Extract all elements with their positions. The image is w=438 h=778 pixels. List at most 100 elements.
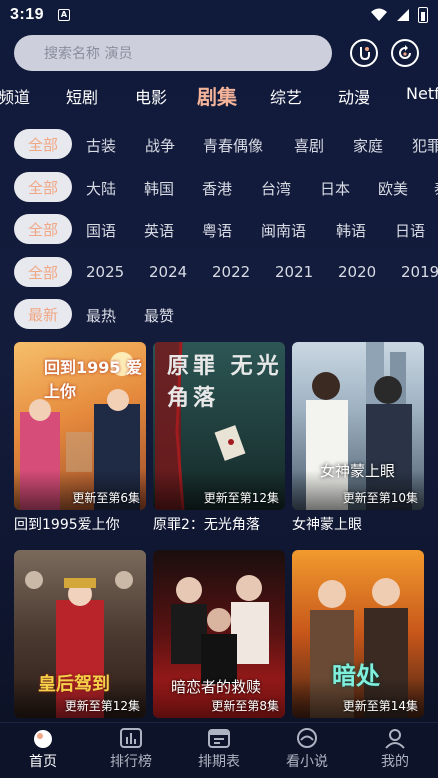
filter-option[interactable]: 喜剧 xyxy=(294,135,324,156)
show-card[interactable]: 原罪 无光角落 更新至第12集 原罪2：无光角落 xyxy=(153,342,285,534)
tab-channel[interactable]: 频道 xyxy=(0,84,30,108)
nav-ranking[interactable]: 排行榜 xyxy=(96,727,166,771)
filter-option[interactable]: 青春偶像 xyxy=(203,135,263,156)
tab-anime[interactable]: 动漫 xyxy=(338,84,370,108)
sort-chip-selected[interactable]: 最新 xyxy=(14,299,72,329)
sort-option[interactable]: 最热 xyxy=(86,305,116,326)
nav-label: 排行榜 xyxy=(110,754,152,770)
tab-netflix[interactable]: Netf xyxy=(406,84,438,103)
filter-row-genre: 全部 古装 战争 青春偶像 喜剧 家庭 犯罪 xyxy=(0,129,438,159)
show-card[interactable]: 回到1995 爱上你 更新至第6集 回到1995爱上你 xyxy=(14,342,146,534)
filter-row-language: 全部 国语 英语 粤语 闽南语 韩语 日语 xyxy=(0,214,438,244)
profile-icon xyxy=(383,727,407,749)
sort-option[interactable]: 最赞 xyxy=(144,305,174,326)
tab-series[interactable]: 剧集 xyxy=(197,84,237,110)
filter-option[interactable]: 2025 xyxy=(86,263,124,281)
filter-option[interactable]: 2021 xyxy=(275,263,313,281)
nav-schedule[interactable]: 排期表 xyxy=(184,727,254,771)
filter-option[interactable]: 2022 xyxy=(212,263,250,281)
poster-title: 女神蒙上眼 xyxy=(320,462,396,480)
poster-title: 暗恋者的救赎 xyxy=(171,678,262,696)
filter-option[interactable]: 日语 xyxy=(395,220,425,241)
filter-option[interactable]: 2024 xyxy=(149,263,187,281)
filter-chip-selected[interactable]: 全部 xyxy=(14,129,72,159)
filter-option[interactable]: 粤语 xyxy=(202,220,232,241)
show-poster[interactable]: 原罪 无光角落 更新至第12集 xyxy=(153,342,285,510)
show-poster[interactable]: 暗恋者的救赎 更新至第8集 xyxy=(153,550,285,718)
filter-option[interactable]: 日本 xyxy=(320,178,350,199)
filter-option[interactable]: 战争 xyxy=(145,135,175,156)
tab-variety[interactable]: 综艺 xyxy=(270,84,302,108)
episode-badge: 更新至第6集 xyxy=(72,491,140,505)
bottom-nav: 首页 排行榜 排期表 看小说 我的 xyxy=(0,722,438,778)
poster-title: 回到1995 爱上你 xyxy=(44,358,143,401)
chart-icon xyxy=(119,727,143,749)
refresh-button[interactable] xyxy=(391,39,419,67)
show-title[interactable]: 回到1995爱上你 xyxy=(14,514,146,534)
tab-short-drama[interactable]: 短剧 xyxy=(66,84,98,108)
status-icons xyxy=(370,7,428,23)
status-bar: 3:19 A xyxy=(0,0,438,30)
show-card[interactable]: 暗处 更新至第14集 xyxy=(292,550,424,722)
search-placeholder: 搜索名称 演员 xyxy=(44,46,133,62)
nav-label: 看小说 xyxy=(286,754,328,770)
filter-option[interactable]: 大陆 xyxy=(86,178,116,199)
poster-title: 皇后驾到 xyxy=(38,674,110,695)
filter-option[interactable]: 家庭 xyxy=(353,135,383,156)
nav-label: 首页 xyxy=(29,754,57,770)
nav-profile[interactable]: 我的 xyxy=(360,727,430,771)
episode-badge: 更新至第8集 xyxy=(211,699,279,713)
filter-option[interactable]: 犯罪 xyxy=(412,135,438,156)
filter-option[interactable]: 2020 xyxy=(338,263,376,281)
filter-chip-selected[interactable]: 全部 xyxy=(14,172,72,202)
filter-chip-selected[interactable]: 全部 xyxy=(14,214,72,244)
nav-label: 排期表 xyxy=(198,754,240,770)
home-icon xyxy=(31,727,55,749)
history-button[interactable] xyxy=(350,39,378,67)
filter-chip-selected[interactable]: 全部 xyxy=(14,257,72,287)
show-poster[interactable]: 暗处 更新至第14集 xyxy=(292,550,424,718)
filter-option[interactable]: 国语 xyxy=(86,220,116,241)
episode-badge: 更新至第12集 xyxy=(64,699,140,713)
tab-movie[interactable]: 电影 xyxy=(135,84,167,108)
show-card[interactable]: 暗恋者的救赎 更新至第8集 xyxy=(153,550,285,722)
filter-row-year: 全部 2025 2024 2022 2021 2020 2019 xyxy=(0,257,438,287)
show-card[interactable]: 皇后驾到 更新至第12集 xyxy=(14,550,146,722)
filter-row-sort: 最新 最热 最赞 xyxy=(0,299,438,329)
category-tabs: 频道 短剧 电影 剧集 综艺 动漫 Netf xyxy=(0,84,438,110)
filter-option[interactable]: 欧美 xyxy=(378,178,408,199)
notification-icon: A xyxy=(58,9,71,21)
filter-row-region: 全部 大陆 韩国 香港 台湾 日本 欧美 泰 xyxy=(0,172,438,202)
filter-option[interactable]: 古装 xyxy=(86,135,116,156)
battery-icon xyxy=(418,7,428,23)
signal-icon xyxy=(397,9,409,21)
history-icon xyxy=(360,47,370,61)
filter-option[interactable]: 韩语 xyxy=(336,220,366,241)
nav-label: 我的 xyxy=(381,754,409,770)
show-poster[interactable]: 回到1995 爱上你 更新至第6集 xyxy=(14,342,146,510)
calendar-icon xyxy=(207,727,231,749)
poster-title: 暗处 xyxy=(332,662,380,690)
poster-title: 原罪 无光角落 xyxy=(167,354,283,411)
show-title[interactable]: 原罪2：无光角落 xyxy=(153,514,285,534)
search-input[interactable]: 搜索名称 演员 xyxy=(14,35,332,71)
episode-badge: 更新至第14集 xyxy=(342,699,418,713)
book-icon xyxy=(295,727,319,749)
filter-option[interactable]: 韩国 xyxy=(144,178,174,199)
nav-novel[interactable]: 看小说 xyxy=(272,727,342,771)
filter-option[interactable]: 香港 xyxy=(202,178,232,199)
refresh-icon xyxy=(399,45,411,59)
episode-badge: 更新至第12集 xyxy=(203,491,279,505)
show-title[interactable]: 女神蒙上眼 xyxy=(292,514,424,534)
filter-option[interactable]: 泰 xyxy=(434,178,438,199)
filter-option[interactable]: 闽南语 xyxy=(261,220,306,241)
filter-option[interactable]: 2019 xyxy=(401,263,438,281)
filter-option[interactable]: 台湾 xyxy=(261,178,291,199)
show-card[interactable]: 女神蒙上眼 更新至第10集 女神蒙上眼 xyxy=(292,342,424,534)
nav-home[interactable]: 首页 xyxy=(8,727,78,771)
filter-option[interactable]: 英语 xyxy=(144,220,174,241)
show-poster[interactable]: 皇后驾到 更新至第12集 xyxy=(14,550,146,718)
status-time: 3:19 xyxy=(10,6,45,23)
episode-badge: 更新至第10集 xyxy=(342,491,418,505)
show-poster[interactable]: 女神蒙上眼 更新至第10集 xyxy=(292,342,424,510)
